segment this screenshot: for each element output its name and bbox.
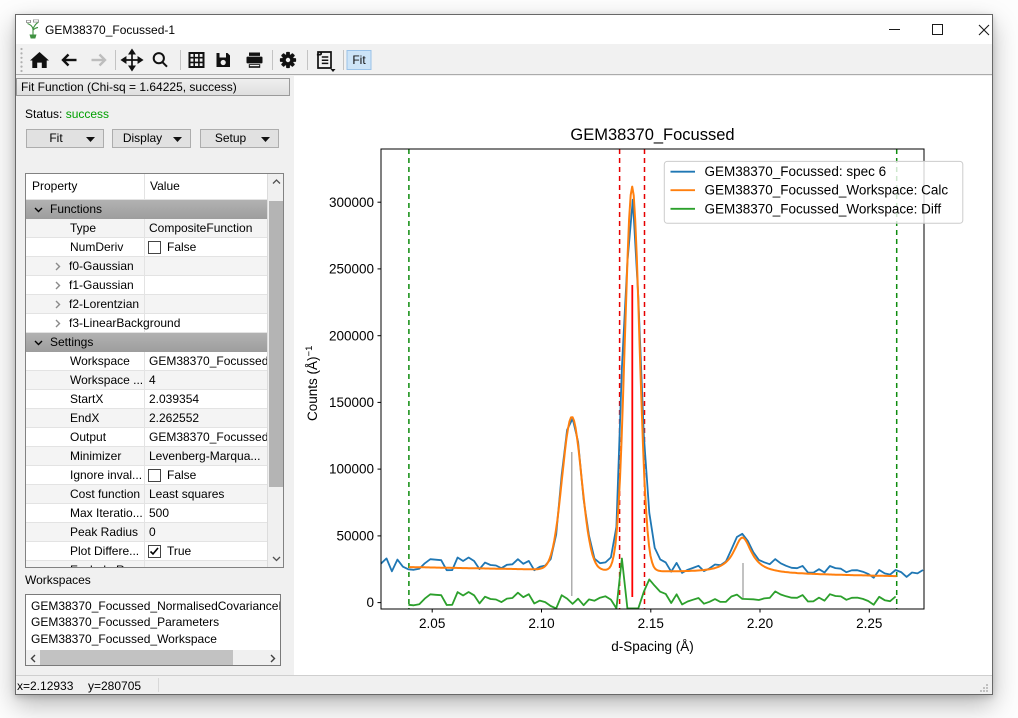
- svg-text:2.10: 2.10: [528, 616, 554, 631]
- svg-text:50000: 50000: [336, 529, 374, 544]
- svg-text:GEM38370_Focussed_Workspace: C: GEM38370_Focussed_Workspace: Calc: [705, 183, 949, 198]
- svg-text:2.15: 2.15: [638, 616, 664, 631]
- svg-text:GEM38370_Focussed_Workspace: D: GEM38370_Focussed_Workspace: Diff: [705, 201, 942, 216]
- svg-text:0: 0: [366, 595, 374, 610]
- svg-text:GEM38370_Focussed: GEM38370_Focussed: [570, 126, 734, 144]
- svg-text:2.25: 2.25: [856, 616, 882, 631]
- svg-text:250000: 250000: [329, 262, 374, 277]
- svg-text:Counts (Å)−1: Counts (Å)−1: [304, 346, 320, 421]
- svg-text:100000: 100000: [329, 462, 374, 477]
- svg-text:Fit: Fit: [352, 53, 366, 67]
- svg-text:150000: 150000: [329, 395, 374, 410]
- svg-text:2.05: 2.05: [419, 616, 445, 631]
- svg-text:GEM38370_Focussed: spec 6: GEM38370_Focussed: spec 6: [705, 164, 887, 179]
- svg-text:200000: 200000: [329, 328, 374, 343]
- svg-text:300000: 300000: [329, 195, 374, 210]
- svg-text:2.20: 2.20: [747, 616, 773, 631]
- svg-text:d-Spacing (Å): d-Spacing (Å): [611, 639, 694, 654]
